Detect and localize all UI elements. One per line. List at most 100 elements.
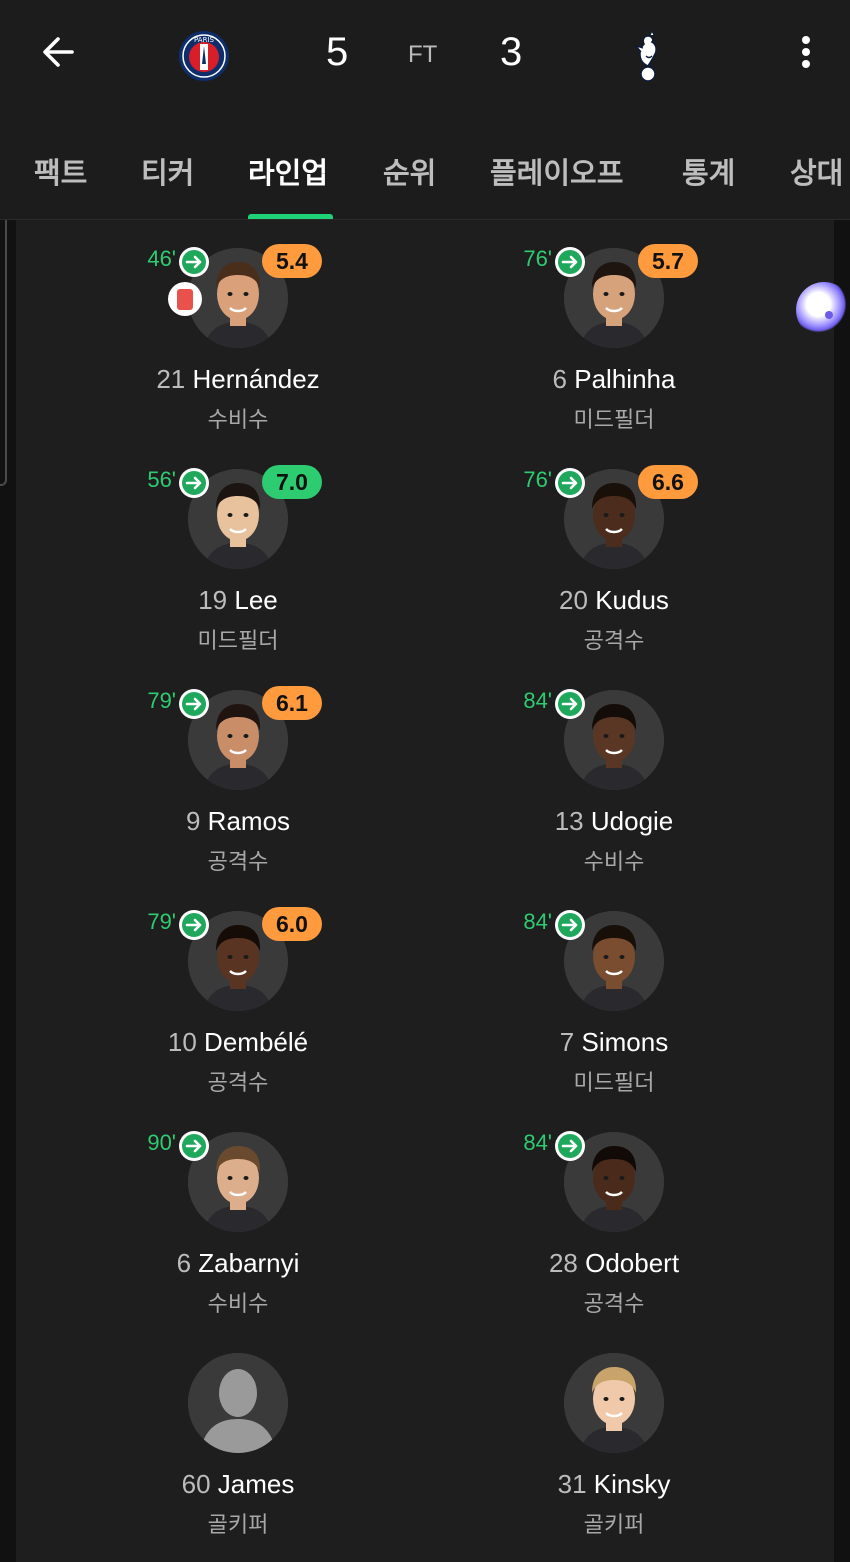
substitution-in-icon — [555, 468, 585, 498]
player-number: 19 — [198, 585, 228, 615]
player-position: 공격수 — [583, 629, 645, 654]
player-card[interactable]: 56' 7.0 19 Lee 미드필더 — [88, 441, 388, 654]
player-position: 미드필더 — [197, 629, 279, 654]
player-card[interactable]: 79' 6.1 9 Ramos 공격수 — [88, 662, 388, 875]
player-placeholder-icon — [188, 1353, 288, 1453]
tab-ticker[interactable]: 티커 — [141, 150, 194, 192]
player-card[interactable]: 76' 5.7 6 Palhinha 미드필더 — [464, 220, 764, 433]
player-name-text: Lee — [234, 585, 278, 615]
player-name-text: Ramos — [207, 806, 291, 836]
away-team-logo[interactable] — [622, 30, 674, 82]
floating-assistant-button[interactable] — [796, 282, 850, 338]
player-position: 수비수 — [583, 850, 645, 875]
player-number: 10 — [167, 1027, 197, 1057]
player-card[interactable]: 46' 5.4 21 Hernández 수비수 — [88, 220, 388, 433]
player-card[interactable]: 79' 6.0 10 Dembélé 공격수 — [88, 883, 388, 1096]
substitutes-list: 46' 5.4 21 Hernández 수비수 56' 7.0 19 Lee 미드필더 79'… — [16, 220, 834, 1562]
player-name-text: Udogie — [590, 806, 674, 836]
player-rating: 6.1 — [262, 686, 322, 720]
player-position: 수비수 — [207, 408, 269, 433]
substitution-in-icon — [179, 468, 209, 498]
back-button[interactable] — [30, 28, 86, 76]
player-rating: 6.6 — [638, 465, 698, 499]
player-name-text: James — [217, 1469, 295, 1499]
player-number: 31 — [557, 1469, 587, 1499]
tab-head-to-head[interactable]: 상대 — [790, 150, 843, 192]
player-name: 19 Lee — [88, 585, 388, 616]
player-name: 21 Hernández — [88, 364, 388, 395]
sub-time: 46' — [147, 246, 176, 271]
player-name: 28 Odobert — [464, 1248, 764, 1279]
player-name-text: Dembélé — [204, 1027, 309, 1057]
player-rating: 6.0 — [262, 907, 322, 941]
substitution-in-icon — [555, 910, 585, 940]
player-number: 20 — [559, 585, 588, 615]
player-position: 골키퍼 — [207, 1513, 269, 1538]
player-card[interactable]: 84' 7 Simons 미드필더 — [464, 883, 764, 1096]
tab-standings[interactable]: 순위 — [383, 150, 436, 192]
player-avatar — [188, 1353, 288, 1453]
tab-facts[interactable]: 팩트 — [34, 150, 87, 192]
match-status: FT — [408, 41, 438, 68]
scroll-edge — [0, 220, 7, 486]
player-position: 공격수 — [583, 1292, 645, 1317]
player-name-text: Simons — [581, 1027, 669, 1057]
player-number: 7 — [559, 1027, 575, 1057]
red-card-icon — [168, 282, 202, 316]
tab-stats[interactable]: 통계 — [682, 150, 735, 192]
player-card[interactable]: 31 Kinsky 골키퍼 — [464, 1325, 764, 1538]
player-name: 60 James — [88, 1469, 388, 1500]
player-name: 6 Palhinha — [464, 364, 764, 395]
player-position: 공격수 — [207, 850, 269, 875]
player-avatar — [564, 1353, 664, 1453]
sub-time: 56' — [147, 467, 176, 492]
player-position: 골키퍼 — [583, 1513, 645, 1538]
player-name-text: Hernández — [192, 364, 320, 394]
player-position: 수비수 — [207, 1292, 269, 1317]
player-position: 미드필더 — [573, 1071, 655, 1096]
player-name: 6 Zabarnyi — [88, 1248, 388, 1279]
home-score: 5 — [326, 30, 349, 74]
player-number: 13 — [554, 806, 584, 836]
player-rating: 5.4 — [262, 244, 322, 278]
tab-lineup[interactable]: 라인업 — [248, 150, 328, 192]
player-card[interactable]: 84' 13 Udogie 수비수 — [464, 662, 764, 875]
tab-playoff[interactable]: 플레이오프 — [490, 150, 623, 192]
player-name: 31 Kinsky — [464, 1469, 764, 1500]
psg-logo-text: PARIS — [194, 36, 214, 44]
player-card[interactable]: 84' 28 Odobert 공격수 — [464, 1104, 764, 1317]
substitution-in-icon — [179, 247, 209, 277]
more-vertical-icon — [802, 36, 810, 68]
player-name-text: Zabarnyi — [198, 1248, 300, 1278]
player-name: 20 Kudus — [464, 585, 764, 616]
player-name-text: Kinsky — [593, 1469, 671, 1499]
player-position: 미드필더 — [573, 408, 655, 433]
psg-crest-icon: PARIS — [179, 31, 229, 81]
player-name: 13 Udogie — [464, 806, 764, 837]
player-number: 6 — [552, 364, 568, 394]
player-number: 60 — [181, 1469, 211, 1499]
player-name-text: Kudus — [595, 585, 669, 615]
red-card-shape — [177, 288, 193, 310]
tottenham-cockerel-icon — [634, 30, 657, 82]
substitution-in-icon — [179, 910, 209, 940]
home-team-logo[interactable]: PARIS — [178, 30, 230, 82]
player-card[interactable]: 60 James 골키퍼 — [88, 1325, 388, 1538]
sub-time: 90' — [147, 1130, 176, 1155]
sub-time: 79' — [147, 688, 176, 713]
player-name: 9 Ramos — [88, 806, 388, 837]
substitution-in-icon — [179, 689, 209, 719]
sub-time: 76' — [523, 246, 552, 271]
more-options-button[interactable] — [784, 28, 828, 76]
player-rating: 7.0 — [262, 465, 322, 499]
match-header: PARIS 5 FT 3 — [0, 0, 850, 110]
player-number: 6 — [176, 1248, 192, 1278]
player-name: 7 Simons — [464, 1027, 764, 1058]
player-card[interactable]: 76' 6.6 20 Kudus 공격수 — [464, 441, 764, 654]
assistant-dot-icon — [825, 311, 833, 319]
player-number: 9 — [185, 806, 201, 836]
player-card[interactable]: 90' 6 Zabarnyi 수비수 — [88, 1104, 388, 1317]
sub-time: 84' — [523, 1130, 552, 1155]
player-number: 21 — [156, 364, 186, 394]
sub-time: 84' — [523, 909, 552, 934]
